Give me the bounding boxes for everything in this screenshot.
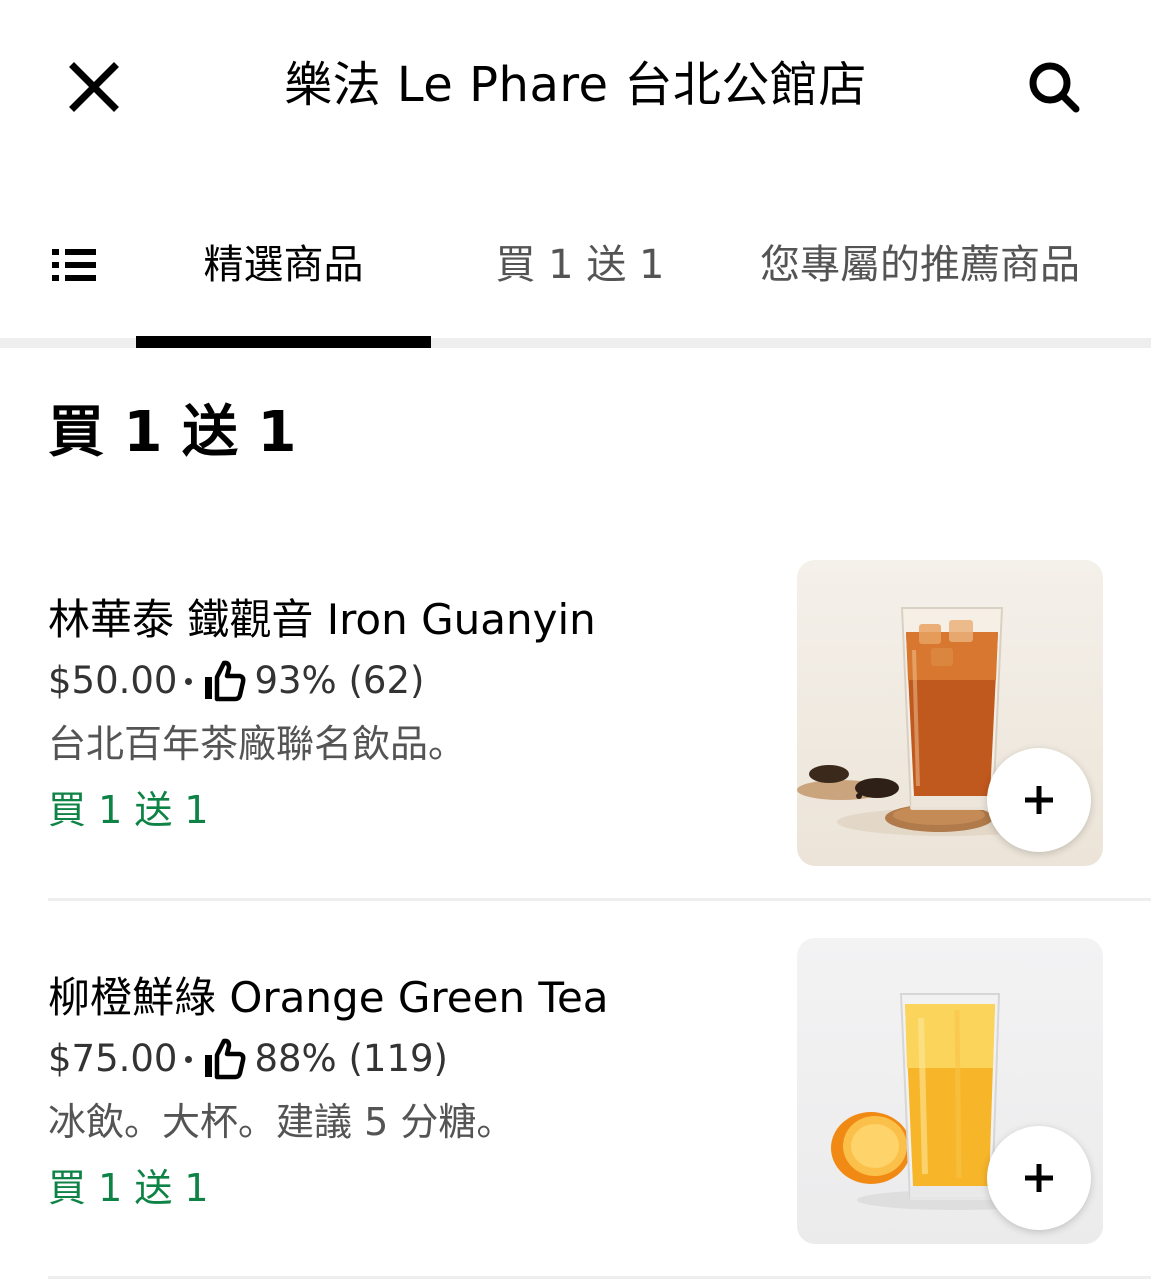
active-tab-indicator bbox=[136, 336, 431, 348]
list-menu-icon bbox=[52, 249, 96, 281]
plus-icon bbox=[1025, 1164, 1053, 1192]
store-title: 樂法 Le Phare 台北公館店 bbox=[284, 57, 867, 113]
item-price: $50.00 bbox=[48, 659, 178, 702]
separator-dot bbox=[185, 677, 193, 685]
section-title: 買 1 送 1 bbox=[48, 400, 297, 465]
close-button[interactable] bbox=[62, 55, 126, 119]
tab-featured[interactable]: 精選商品 bbox=[136, 230, 431, 300]
thumbs-up-icon bbox=[205, 660, 246, 702]
item-promo-badge: 買 1 送 1 bbox=[48, 788, 209, 832]
category-tabs: 精選商品 買 1 送 1 您專屬的推薦商品 bbox=[0, 200, 1151, 348]
item-rating: 93% (62) bbox=[254, 659, 425, 702]
item-name: 柳橙鮮綠 Orange Green Tea bbox=[48, 973, 609, 1022]
item-meta: $75.00 88% (119) bbox=[48, 1032, 448, 1086]
thumbs-up-icon bbox=[205, 1038, 246, 1080]
search-button[interactable] bbox=[1022, 55, 1086, 119]
add-to-cart-button[interactable] bbox=[987, 1126, 1091, 1230]
item-divider bbox=[48, 1276, 1151, 1279]
item-description: 台北百年茶廠聯名飲品。 bbox=[48, 722, 467, 766]
search-icon bbox=[1029, 62, 1080, 113]
add-to-cart-button[interactable] bbox=[987, 748, 1091, 852]
menu-item[interactable]: 柳橙鮮綠 Orange Green Tea $75.00 88% (119) 冰… bbox=[0, 936, 1151, 1278]
item-divider bbox=[48, 898, 1151, 901]
menu-item[interactable]: 林華泰 鐵觀音 Iron Guanyin $50.00 93% (62) 台北百… bbox=[0, 558, 1151, 900]
category-menu-button[interactable] bbox=[44, 240, 104, 290]
item-meta: $50.00 93% (62) bbox=[48, 654, 424, 708]
item-price: $75.00 bbox=[48, 1037, 178, 1080]
item-name: 林華泰 鐵觀音 Iron Guanyin bbox=[48, 595, 596, 644]
item-promo-badge: 買 1 送 1 bbox=[48, 1166, 209, 1210]
item-rating: 88% (119) bbox=[254, 1037, 448, 1080]
tab-buy-one-get-one[interactable]: 買 1 送 1 bbox=[470, 230, 690, 300]
plus-icon bbox=[1025, 786, 1053, 814]
tab-recommended[interactable]: 您專屬的推薦商品 bbox=[760, 230, 1151, 300]
close-icon bbox=[69, 62, 119, 112]
item-description: 冰飲。大杯。建議 5 分糖。 bbox=[48, 1100, 515, 1144]
separator-dot bbox=[185, 1055, 193, 1063]
store-header: 樂法 Le Phare 台北公館店 bbox=[0, 0, 1151, 170]
